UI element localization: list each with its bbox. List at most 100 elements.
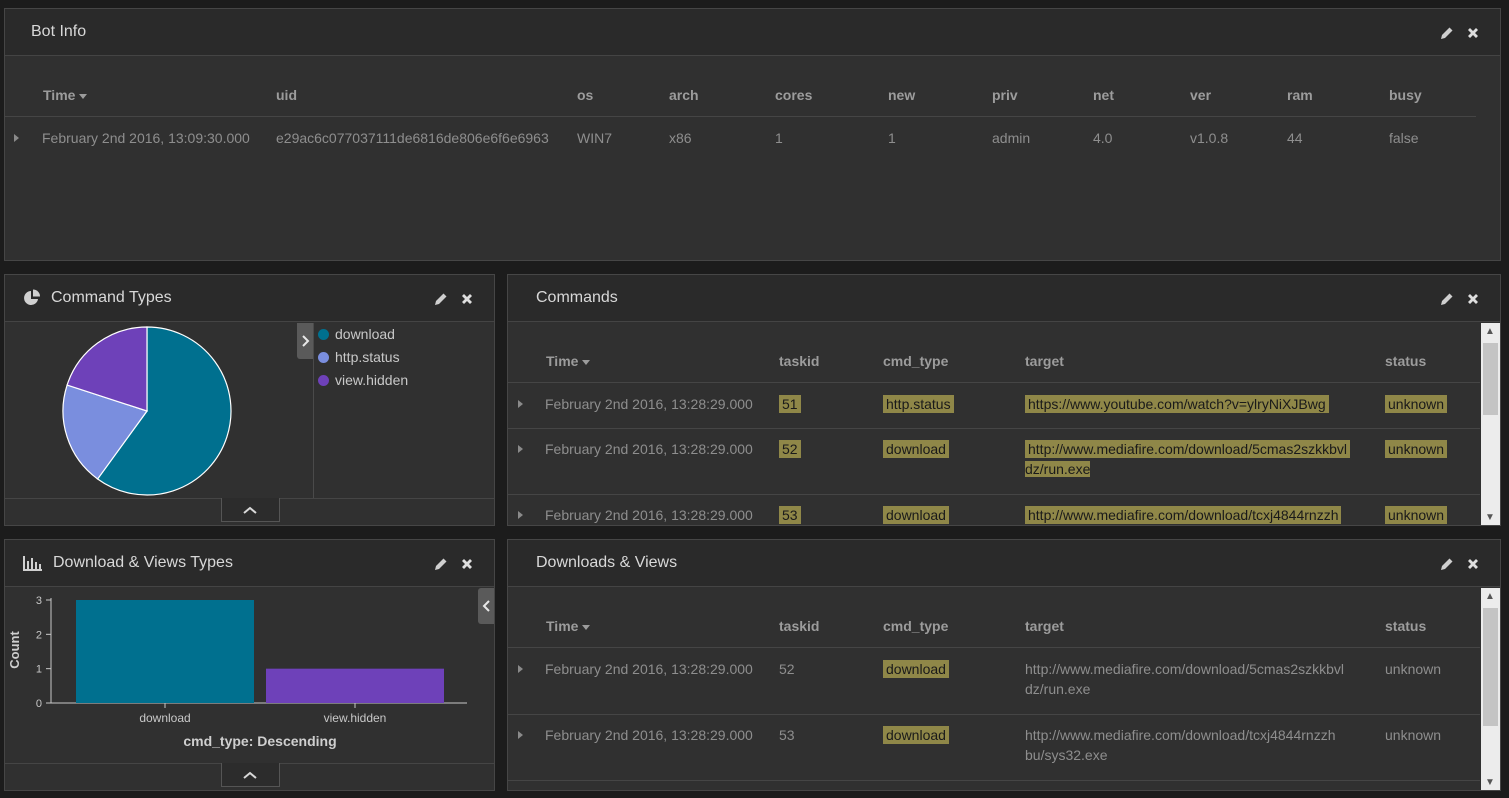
bar-chart: 0 1 2 3 download view.hidden cmd_type: Descend… xyxy=(7,595,467,749)
cell-taskid: 53 xyxy=(779,506,801,524)
cell-cmd-type: http.status xyxy=(883,395,954,413)
pie-chart xyxy=(62,326,232,496)
cell-status: unknown xyxy=(1385,661,1442,677)
bot-info-panel: Bot Info Time uid os arch cores new priv… xyxy=(4,8,1501,261)
close-icon[interactable] xyxy=(460,557,474,571)
expand-row-icon[interactable] xyxy=(518,445,523,453)
legend-item[interactable]: http.status xyxy=(318,349,400,365)
collapse-toggle-button[interactable] xyxy=(221,498,280,522)
x-tick-label: view.hidden xyxy=(324,711,387,725)
cell-os: WIN7 xyxy=(577,130,612,146)
close-icon[interactable] xyxy=(460,292,474,306)
edit-pencil-icon[interactable] xyxy=(434,557,448,571)
cell-time: February 2nd 2016, 13:28:29.000 xyxy=(545,661,753,677)
col-header-taskid[interactable]: taskid xyxy=(779,353,819,369)
close-icon[interactable] xyxy=(1466,557,1480,571)
edit-pencil-icon[interactable] xyxy=(1440,557,1454,571)
col-header-arch[interactable]: arch xyxy=(669,87,699,103)
cell-taskid: 52 xyxy=(779,661,795,677)
col-header-time[interactable]: Time xyxy=(546,618,591,634)
row-divider xyxy=(508,428,1480,429)
cell-time: February 2nd 2016, 13:28:29.000 xyxy=(545,396,753,412)
chevron-up-icon xyxy=(243,771,257,779)
cell-cmd-type: download xyxy=(883,726,949,744)
cell-time: February 2nd 2016, 13:28:29.000 xyxy=(545,507,753,523)
panel-title: Downloads & Views xyxy=(536,554,678,571)
header-divider xyxy=(5,116,1476,117)
legend-dot xyxy=(318,374,329,386)
cell-cmd-type: download xyxy=(883,660,949,678)
y-tick-label: 0 xyxy=(36,698,42,710)
scroll-up-icon[interactable]: ▲ xyxy=(1485,591,1495,602)
col-header-time[interactable]: Time xyxy=(43,87,88,103)
cell-busy: false xyxy=(1389,130,1419,146)
legend-item[interactable]: download xyxy=(318,326,395,342)
legend-label: download xyxy=(335,326,395,342)
row-divider xyxy=(508,780,1480,781)
dv-types-header: Download & Views Types xyxy=(5,540,494,587)
col-header-target[interactable]: target xyxy=(1025,353,1064,369)
scroll-thumb[interactable] xyxy=(1483,608,1498,726)
expand-row-icon[interactable] xyxy=(14,134,19,142)
legend-toggle-button[interactable] xyxy=(478,588,494,624)
col-header-priv[interactable]: priv xyxy=(992,87,1018,103)
cell-net: 4.0 xyxy=(1093,130,1113,146)
commands-header: Commands xyxy=(508,275,1500,322)
cell-new: 1 xyxy=(888,130,896,146)
scrollbar[interactable]: ▲ ▼ xyxy=(1481,588,1500,790)
col-header-cores[interactable]: cores xyxy=(775,87,812,103)
col-header-ram[interactable]: ram xyxy=(1287,87,1313,103)
expand-row-icon[interactable] xyxy=(518,731,523,739)
panel-title: Commands xyxy=(536,289,618,306)
cell-target: http://www.mediafire.com/download/5cmas2… xyxy=(1025,661,1345,697)
edit-pencil-icon[interactable] xyxy=(1440,26,1454,40)
close-icon[interactable] xyxy=(1466,292,1480,306)
y-tick-label: 3 xyxy=(36,595,42,607)
edit-pencil-icon[interactable] xyxy=(1440,292,1454,306)
col-header-cmd-type[interactable]: cmd_type xyxy=(883,618,948,634)
col-header-status[interactable]: status xyxy=(1385,353,1426,369)
col-header-cmd-type[interactable]: cmd_type xyxy=(883,353,948,369)
col-header-net[interactable]: net xyxy=(1093,87,1114,103)
cell-ram: 44 xyxy=(1287,130,1303,146)
scroll-thumb[interactable] xyxy=(1483,343,1498,415)
scroll-down-icon[interactable]: ▼ xyxy=(1485,512,1495,523)
expand-row-icon[interactable] xyxy=(518,665,523,673)
col-header-new[interactable]: new xyxy=(888,87,915,103)
scroll-up-icon[interactable]: ▲ xyxy=(1485,326,1495,337)
cell-status: unknown xyxy=(1385,506,1448,524)
col-header-status[interactable]: status xyxy=(1385,618,1426,634)
expand-row-icon[interactable] xyxy=(518,511,523,519)
cell-cmd-type: download xyxy=(883,440,949,458)
bar-chart-icon xyxy=(23,555,43,571)
cell-taskid: 52 xyxy=(779,440,801,458)
legend-item[interactable]: view.hidden xyxy=(318,372,408,388)
cell-taskid: 51 xyxy=(779,395,801,413)
cell-arch: x86 xyxy=(669,130,692,146)
sort-caret-icon xyxy=(582,359,591,365)
col-header-uid[interactable]: uid xyxy=(276,87,297,103)
edit-pencil-icon[interactable] xyxy=(434,292,448,306)
col-header-time[interactable]: Time xyxy=(546,353,591,369)
scroll-down-icon[interactable]: ▼ xyxy=(1485,777,1495,788)
legend-dot xyxy=(318,351,329,363)
row-divider xyxy=(508,714,1480,715)
col-header-busy[interactable]: busy xyxy=(1389,87,1422,103)
legend-toggle-button[interactable] xyxy=(297,323,314,359)
close-icon[interactable] xyxy=(1466,26,1480,40)
cell-target: http://www.mediafire.com/download/tcxj48… xyxy=(1025,506,1342,524)
y-tick-label: 1 xyxy=(36,664,42,676)
col-header-taskid[interactable]: taskid xyxy=(779,618,819,634)
col-header-target[interactable]: target xyxy=(1025,618,1064,634)
expand-row-icon[interactable] xyxy=(518,400,523,408)
col-header-ver[interactable]: ver xyxy=(1190,87,1211,103)
bar-view-hidden[interactable] xyxy=(266,668,444,703)
collapse-toggle-button[interactable] xyxy=(221,763,280,787)
scrollbar[interactable]: ▲ ▼ xyxy=(1481,323,1500,525)
command-types-header: Command Types xyxy=(5,275,494,322)
col-header-os[interactable]: os xyxy=(577,87,593,103)
chevron-up-icon xyxy=(243,506,257,514)
bar-download[interactable] xyxy=(76,600,254,703)
legend-label: view.hidden xyxy=(335,372,409,388)
cell-priv: admin xyxy=(992,130,1031,146)
